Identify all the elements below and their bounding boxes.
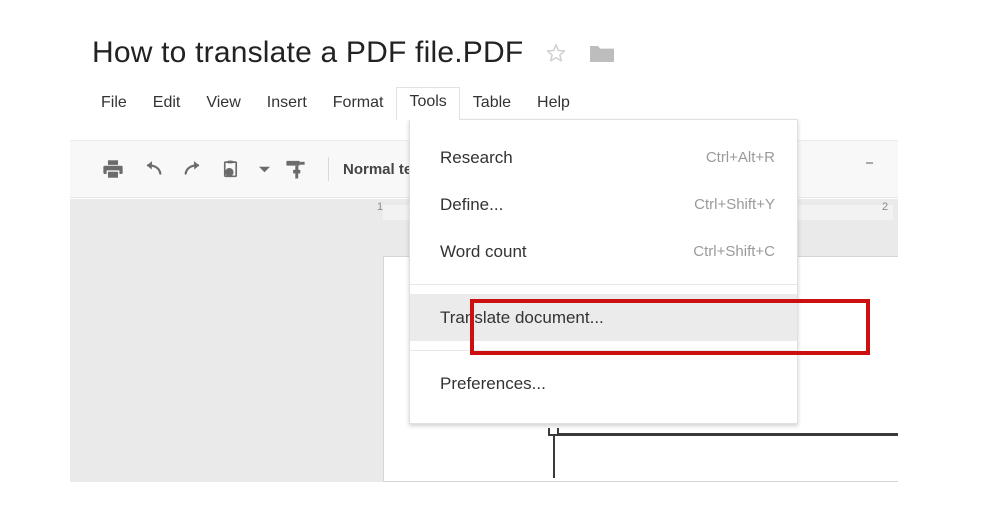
undo-icon[interactable]	[136, 152, 170, 186]
menu-option-label: Research	[440, 147, 513, 167]
menu-option-shortcut: Ctrl+Shift+Y	[694, 196, 775, 213]
menu-option-shortcut: Ctrl+Alt+R	[705, 149, 775, 166]
menu-separator	[410, 350, 797, 351]
folder-icon[interactable]	[589, 43, 615, 64]
menu-separator	[410, 284, 797, 285]
menu-option-label: Word count	[440, 241, 527, 261]
submenu-dash-marker	[866, 162, 873, 164]
paint-format-icon[interactable]	[278, 152, 312, 186]
menu-option-label: Translate document...	[440, 307, 604, 327]
menu-item-file[interactable]: File	[88, 88, 140, 118]
menu-option-word-count[interactable]: Word count Ctrl+Shift+C	[410, 228, 797, 275]
print-icon[interactable]	[96, 152, 130, 186]
text-cursor-stem	[553, 436, 555, 478]
menu-item-insert[interactable]: Insert	[254, 88, 320, 118]
menu-item-format[interactable]: Format	[320, 88, 397, 118]
spelling-paste-icon[interactable]	[216, 152, 250, 186]
document-title-row: How to translate a PDF file.PDF	[92, 30, 615, 76]
menu-option-research[interactable]: Research Ctrl+Alt+R	[410, 134, 797, 181]
chevron-down-icon[interactable]	[256, 152, 272, 186]
menu-item-edit[interactable]: Edit	[140, 88, 194, 118]
menu-item-help[interactable]: Help	[524, 88, 583, 118]
toolbar-separator	[328, 157, 329, 181]
redo-icon[interactable]	[176, 152, 210, 186]
text-cursor-head	[548, 428, 559, 436]
menu-option-preferences[interactable]: Preferences...	[410, 360, 797, 407]
menu-bottom-edge-line	[551, 433, 898, 436]
menu-item-table[interactable]: Table	[460, 88, 524, 118]
screenshot-root: How to translate a PDF file.PDF File Edi…	[0, 0, 995, 530]
menu-item-tools[interactable]: Tools	[396, 86, 460, 120]
page-title: How to translate a PDF file.PDF	[92, 36, 524, 69]
menu-option-shortcut: Ctrl+Shift+C	[693, 243, 775, 260]
ruler-right-number: 2	[882, 201, 889, 213]
menu-option-label: Define...	[440, 194, 504, 214]
menu-option-translate-document[interactable]: Translate document...	[410, 294, 797, 341]
menu-item-view[interactable]: View	[193, 88, 253, 118]
menu-option-define[interactable]: Define... Ctrl+Shift+Y	[410, 181, 797, 228]
tools-dropdown-menu: Research Ctrl+Alt+R Define... Ctrl+Shift…	[409, 119, 798, 424]
ruler-left-number: 1	[377, 201, 384, 213]
menu-bar: File Edit View Insert Format Tools Table…	[88, 86, 583, 120]
star-outline-icon[interactable]	[545, 42, 567, 64]
menu-option-label: Preferences...	[440, 373, 546, 393]
